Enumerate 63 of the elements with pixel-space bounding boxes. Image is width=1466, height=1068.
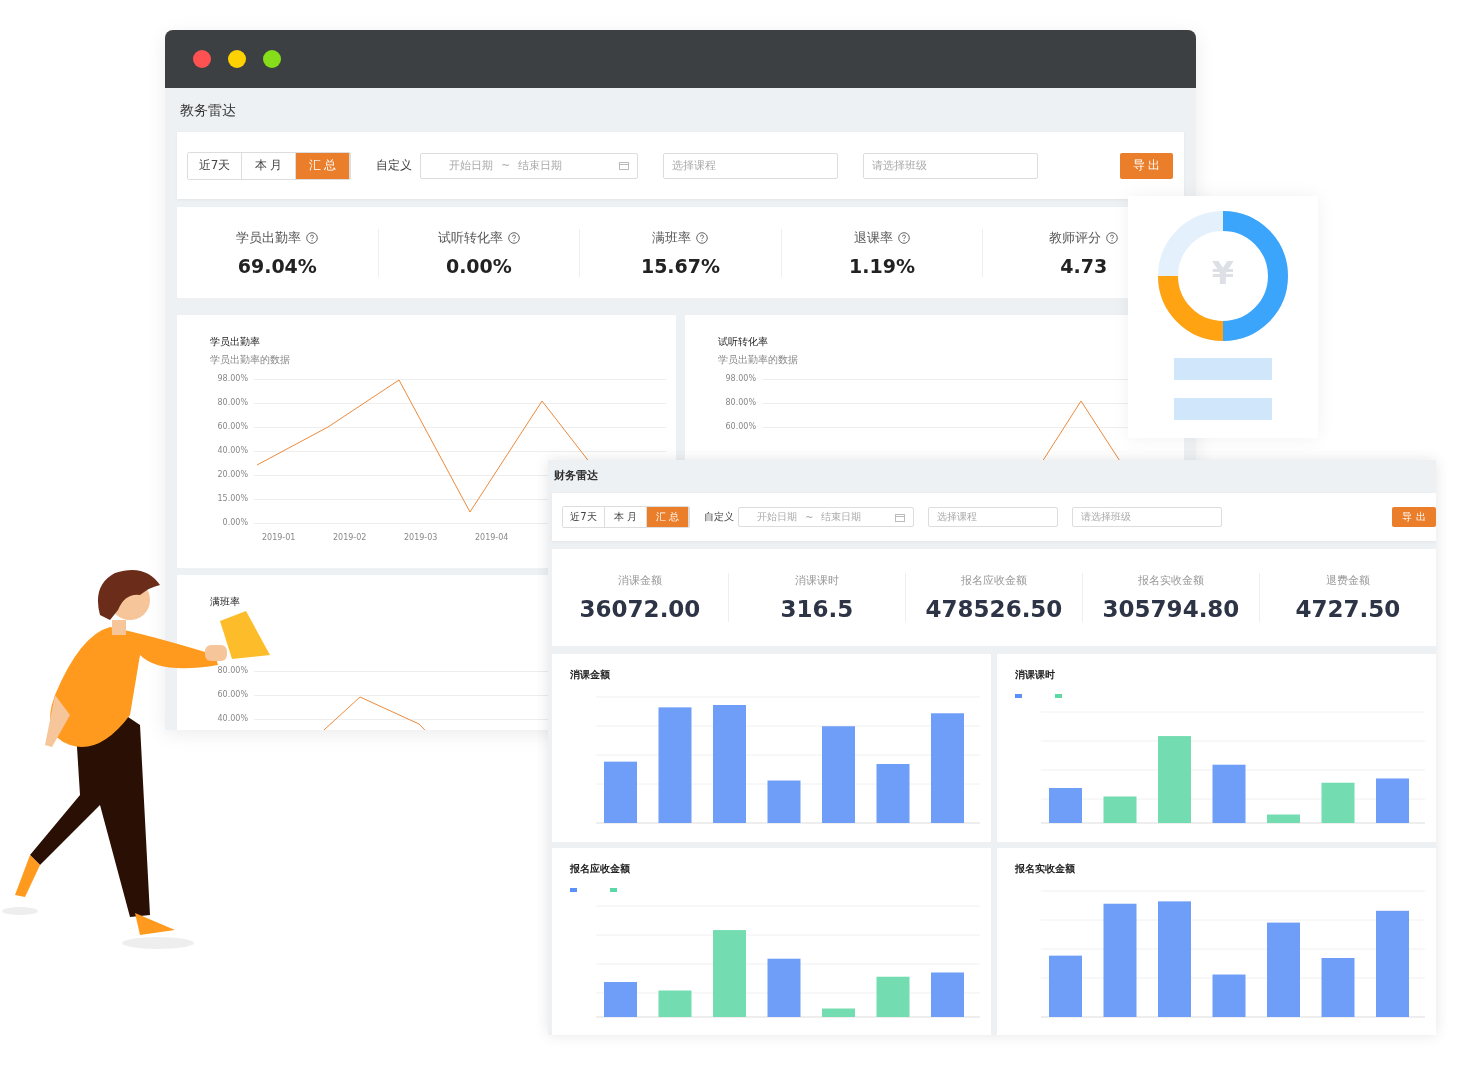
range-tab[interactable]: 近7天 [563,507,605,527]
y-tick: 15.00% [216,495,248,503]
stat-value: 4.73 [1060,254,1108,277]
stat-label: 试听转化率 [437,228,503,247]
stat-value: 4727.50 [1295,596,1401,622]
stat-label: 报名应收金额 [961,573,1027,588]
chart-title: 报名实收金额 [1015,862,1075,876]
x-tick: 2019-04 [475,533,510,542]
x-tick: 2019-03 [404,533,439,542]
chart-title: 报名应收金额 [570,862,630,876]
chart-subtitle: 学员出勤率的数据 [210,353,290,367]
y-tick: 80.00% [216,667,248,675]
stat-value: 478526.50 [925,596,1063,622]
y-tick: 98.00% [216,375,248,383]
y-tick: 80.00% [724,399,756,407]
stat-value: 1.19% [849,254,916,277]
range-tab[interactable]: 近7天 [188,152,242,179]
y-tick: 80.00% [216,399,248,407]
stat-label: 学员出勤率 [236,228,302,247]
stat-label: 教师评分 [1049,228,1102,247]
stat-value: 36072.00 [579,596,701,622]
course-select[interactable]: 选择课程 [663,152,838,179]
page-title: 教务雷达 [180,102,237,120]
y-tick: 20.00% [216,471,248,479]
date-range-field[interactable]: 开始日期 ~ 结束日期 [738,507,914,527]
stat-label: 退课率 [854,228,894,247]
range-tab[interactable]: 汇 总 [647,507,689,527]
chart-title: 消课金额 [570,668,610,682]
stat-label: 报名实收金额 [1138,573,1204,588]
panel-title: 财务雷达 [554,468,599,483]
export-button[interactable]: 导 出 [1392,507,1436,527]
chart-subtitle: 学员出勤率的数据 [718,353,798,367]
custom-label: 自定义 [376,157,412,174]
class-select[interactable]: 请选择班级 [863,152,1038,179]
chart-title: 满班率 [210,595,240,609]
stat-value: 305794.80 [1102,596,1240,622]
chart-title: 消课课时 [1015,668,1055,682]
x-tick: 2019-01 [262,533,297,542]
y-tick: 60.00% [216,691,248,699]
stat-label: 消课课时 [795,573,839,588]
range-tab[interactable]: 汇 总 [296,152,350,179]
y-tick: 0.00% [221,519,248,527]
stat-value: 0.00% [445,254,512,277]
stat-value: 316.5 [780,596,854,622]
stat-value: 69.04% [237,254,317,277]
chart-title: 学员出勤率 [210,335,260,349]
currency-symbol: ¥ [1210,254,1236,292]
y-tick: 60.00% [724,423,756,431]
y-tick: 60.00% [216,423,248,431]
custom-label: 自定义 [704,510,734,524]
stat-label: 消课金额 [618,573,662,588]
stat-value: 15.67% [640,254,721,277]
y-tick: 98.00% [724,375,756,383]
export-button[interactable]: 导 出 [1120,152,1173,179]
y-tick: 40.00% [216,447,248,455]
x-tick: 2019-02 [333,533,368,542]
chart-title: 试听转化率 [718,335,768,349]
stat-label: 退费金额 [1326,573,1370,588]
stat-label: 满班率 [652,228,692,247]
class-select[interactable]: 请选择班级 [1072,507,1222,527]
course-select[interactable]: 选择课程 [928,507,1058,527]
y-tick: 40.00% [216,715,248,723]
date-range-field[interactable]: 开始日期 ~ 结束日期 [420,152,638,179]
